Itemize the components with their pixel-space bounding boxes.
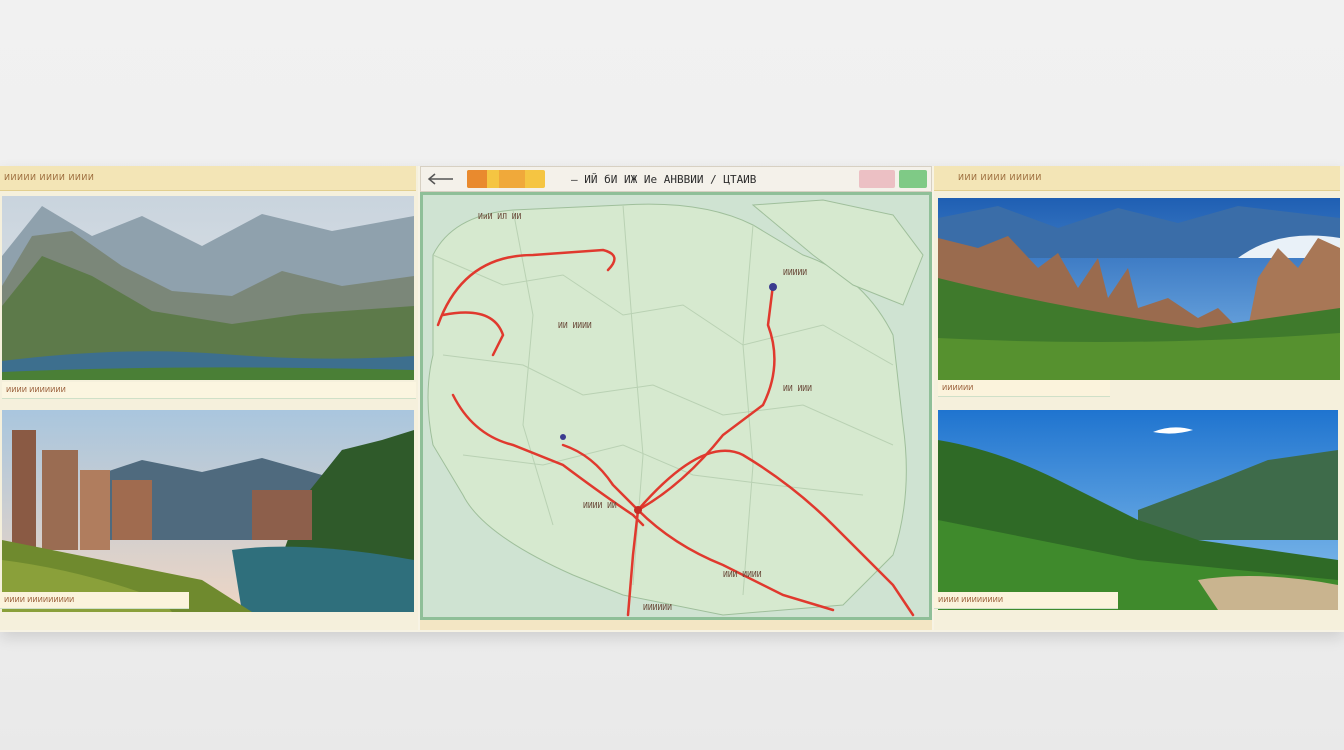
route-map[interactable]: ИиИ ИЛ ИИ ИИ ИИИИ ИИИИИ ИИ ИИИ ИИИИ ИИ И… [420, 192, 932, 620]
location-pin-icon[interactable] [769, 283, 777, 291]
photo-3-label: ИИИИИИ [938, 380, 1110, 397]
map-label: ИИ ИИИ [783, 384, 812, 393]
map-label: ИИИИИ [783, 268, 807, 277]
map-footer [420, 620, 932, 630]
map-label: ИИИ ИИИИ [723, 570, 762, 579]
toolbar-pink-button[interactable] [859, 170, 895, 188]
photo-1-label: ИИИИ ИИИИИИИ [2, 382, 416, 399]
left-column: ИИИИИ ИИИИ ИИИИ ИИИИ ИИИИИИИ ИИИИ ИИИИИИ… [0, 166, 418, 630]
photo-2-label: ИИИИ ИИИИИИИИИ [0, 592, 189, 609]
location-pin-icon[interactable] [560, 434, 566, 440]
brand-logo[interactable] [467, 170, 545, 188]
hub-marker-icon[interactable] [634, 506, 642, 514]
photo-1-label-text: ИИИИ ИИИИИИИ [6, 386, 66, 394]
brand-logo-part-a [467, 170, 487, 188]
photo-3-label-text: ИИИИИИ [942, 384, 974, 392]
photo-4-green-valley[interactable] [938, 410, 1338, 610]
arrow-left-icon[interactable] [425, 171, 455, 187]
photo-1-mountain-lake[interactable] [2, 196, 414, 380]
map-label: ИиИ ИЛ ИИ [478, 212, 522, 221]
photo-2-label-text: ИИИИ ИИИИИИИИИ [4, 596, 75, 604]
photo-1-caption: ИИИИИ ИИИИ ИИИИ [0, 166, 416, 191]
map-title: — ИЙ бИ ИЖ Ие АНВВИИ / ЦТАИВ [571, 173, 757, 186]
map-label: ИИ ИИИИ [558, 321, 592, 330]
photo-3-caption-text: ИИИ ИИИИ ИИИИИ [958, 173, 1042, 182]
toolbar-green-button[interactable] [899, 170, 927, 188]
photo-4-label-text: ИИИИ ИИИИИИИИ [938, 596, 1004, 604]
map-label: ИИИИИИ [643, 603, 672, 612]
photo-4-label: ИИИИ ИИИИИИИИ [934, 592, 1118, 609]
right-column: ИИИ ИИИИ ИИИИИ ИИИИИИ ИИИИ ИИИИИИИИ [934, 166, 1344, 630]
map-label: ИИИИ ИИ [583, 501, 617, 510]
photo-1-caption-text: ИИИИИ ИИИИ ИИИИ [4, 173, 95, 182]
map-toolbar: — ИЙ бИ ИЖ Ие АНВВИИ / ЦТАИВ [420, 166, 932, 192]
photo-3-caption: ИИИ ИИИИ ИИИИИ [934, 166, 1340, 191]
brand-logo-part-b [499, 170, 525, 188]
photo-3-rock-spires[interactable] [938, 198, 1340, 380]
photo-2-city-canyon[interactable] [2, 410, 414, 612]
